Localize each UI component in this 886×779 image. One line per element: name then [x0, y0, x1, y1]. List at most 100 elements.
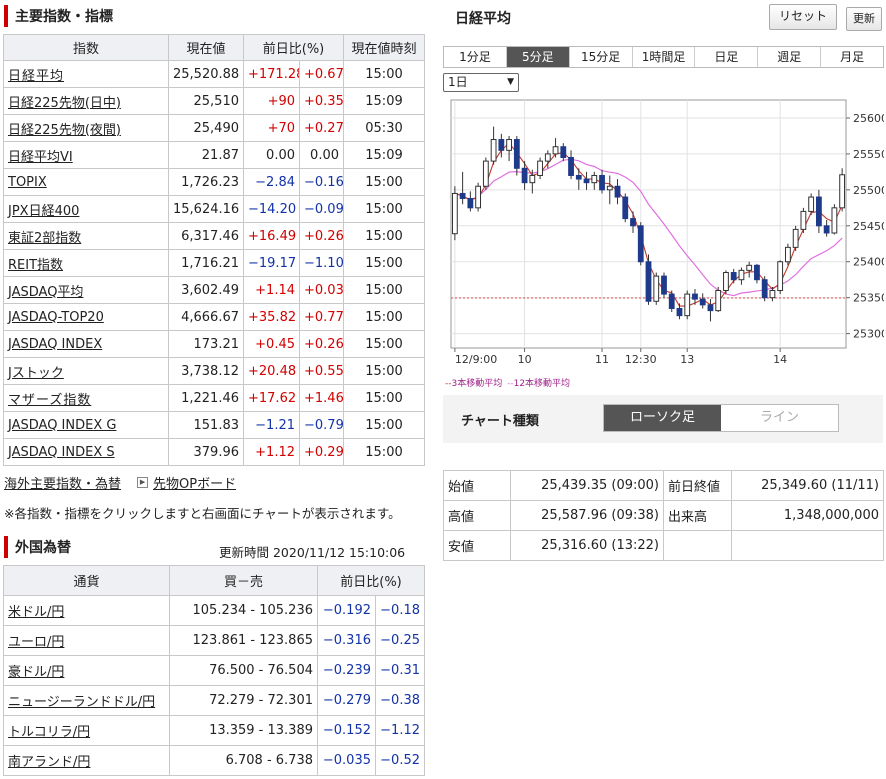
y-tick-label: 25600 — [853, 112, 884, 125]
index-name-link[interactable]: REIT指数 — [8, 258, 63, 273]
range-select-value: 1日 — [448, 75, 468, 89]
stats-value: 25,439.35 (09:00) — [510, 470, 664, 501]
fx-pair-link[interactable]: 南アランド/円 — [8, 755, 90, 770]
index-name-link[interactable]: 日経平均VI — [8, 150, 73, 165]
index-time: 15:00 — [343, 411, 425, 439]
index-name-link[interactable]: JASDAQ INDEX S — [8, 445, 115, 460]
index-row[interactable]: 日経平均 25,520.88 +171.28 +0.67 15:00 — [3, 60, 425, 88]
fx-pair-link[interactable]: 豪ドル/円 — [8, 665, 64, 680]
index-row[interactable]: JASDAQ INDEX G 151.83 −1.21 −0.79 15:00 — [3, 411, 425, 439]
reset-button[interactable]: リセット — [769, 4, 837, 30]
tab-interval[interactable]: 月足 — [821, 47, 884, 67]
index-name-cell: Jストック — [3, 357, 169, 385]
index-time: 15:00 — [343, 168, 425, 196]
refresh-button[interactable]: 更新 — [846, 7, 882, 31]
fx-bid-ask: 6.708 - 6.738 — [169, 745, 318, 776]
fx-pair-link[interactable]: 米ドル/円 — [8, 605, 64, 620]
index-row[interactable]: JASDAQ INDEX 173.21 +0.45 +0.26 15:00 — [3, 330, 425, 358]
index-price: 6,317.46 — [168, 222, 244, 250]
fx-row[interactable]: 豪ドル/円 76.500 - 76.504 −0.239 −0.31 — [3, 655, 425, 686]
index-price: 15,624.16 — [168, 195, 244, 223]
candle-body — [637, 225, 644, 263]
stats-label: 高値 — [443, 500, 511, 531]
index-name-link[interactable]: 日経225先物(夜間) — [8, 123, 121, 138]
candlestick-chart[interactable]: 25300 25350 25400 25450 25500 25550 25600 12/9:… — [443, 96, 884, 374]
candle-body — [661, 275, 667, 295]
fx-col-header-change: 前日比(%) — [317, 565, 425, 596]
futures-board-link[interactable]: 先物OPボード — [153, 473, 236, 492]
fx-row[interactable]: 南アランド/円 6.708 - 6.738 −0.035 −0.52 — [3, 745, 425, 776]
candle-toggle-button[interactable]: ローソク足 — [604, 405, 721, 431]
candle-body — [599, 174, 605, 191]
tab-interval[interactable]: 1時間足 — [632, 47, 696, 67]
fx-pair-cell: ユーロ/円 — [3, 625, 170, 656]
index-name-link[interactable]: JASDAQ INDEX — [8, 337, 102, 352]
tab-interval[interactable]: 15分足 — [569, 47, 633, 67]
candle-body — [606, 185, 613, 191]
fx-pair-link[interactable]: ニュージーランドドル/円 — [8, 695, 155, 710]
candle-body — [676, 307, 683, 317]
tab-interval[interactable]: 日足 — [695, 47, 759, 67]
index-row[interactable]: マザーズ指数 1,221.46 +17.62 +1.46 15:00 — [3, 384, 425, 412]
main-indices-header: 主要指数・指標 — [4, 4, 113, 28]
y-tick-label: 25300 — [853, 328, 884, 341]
candle-body — [839, 174, 846, 209]
x-tick-label: 14 — [773, 353, 787, 366]
stats-value: 25,349.60 (11/11) — [731, 470, 884, 501]
fx-pair-link[interactable]: ユーロ/円 — [8, 635, 64, 650]
index-row[interactable]: REIT指数 1,716.21 −19.17 −1.10 15:00 — [3, 249, 425, 277]
index-time: 15:09 — [343, 141, 425, 169]
candle-body — [591, 174, 598, 184]
index-name-link[interactable]: JASDAQ INDEX G — [8, 418, 116, 433]
fx-row[interactable]: トルコリラ/円 13.359 - 13.389 −0.152 −1.12 — [3, 715, 425, 746]
fx-bid-ask: 105.234 - 105.236 — [169, 595, 318, 626]
index-name-link[interactable]: 日経225先物(日中) — [8, 96, 121, 111]
index-row[interactable]: JASDAQ平均 3,602.49 +1.14 +0.03 15:00 — [3, 276, 425, 304]
index-name-cell: 日経平均 — [3, 60, 169, 88]
fx-change-pct: −0.25 — [375, 625, 425, 656]
stats-row: 高値 25,587.96 (09:38) 出来高 1,348,000,000 — [443, 500, 884, 531]
index-name-link[interactable]: JASDAQ平均 — [8, 285, 83, 300]
candle-body — [560, 146, 567, 159]
index-change: +171.28 — [243, 60, 300, 88]
index-name-link[interactable]: 日経平均 — [8, 69, 64, 84]
index-name-cell: JASDAQ-TOP20 — [3, 303, 169, 331]
fx-row[interactable]: ニュージーランドドル/円 72.279 - 72.301 −0.279 −0.38 — [3, 685, 425, 716]
index-row[interactable]: JPX日経400 15,624.16 −14.20 −0.09 15:00 — [3, 195, 425, 223]
index-price: 379.96 — [168, 438, 244, 466]
index-row[interactable]: JASDAQ-TOP20 4,666.67 +35.82 +0.77 15:00 — [3, 303, 425, 331]
tab-interval[interactable]: 1分足 — [444, 47, 507, 67]
index-name-link[interactable]: JASDAQ-TOP20 — [8, 310, 104, 325]
plot-area — [450, 99, 847, 349]
index-row[interactable]: Jストック 3,738.12 +20.48 +0.55 15:00 — [3, 357, 425, 385]
stats-value: 25,316.60 (13:22) — [510, 530, 664, 561]
candle-body — [653, 275, 660, 302]
fx-change: −0.192 — [317, 595, 376, 626]
index-row[interactable]: JASDAQ INDEX S 379.96 +1.12 +0.29 15:00 — [3, 438, 425, 466]
index-name-link[interactable]: 東証2部指数 — [8, 231, 81, 246]
range-select[interactable]: 1日 ▼ — [443, 73, 519, 92]
line-toggle-button[interactable]: ライン — [721, 405, 838, 431]
index-name-link[interactable]: マザーズ指数 — [8, 393, 91, 408]
fx-row[interactable]: 米ドル/円 105.234 - 105.236 −0.192 −0.18 — [3, 595, 425, 626]
index-row[interactable]: 東証2部指数 6,317.46 +16.49 +0.26 15:00 — [3, 222, 425, 250]
index-name-link[interactable]: JPX日経400 — [8, 204, 79, 219]
index-row[interactable]: 日経225先物(日中) 25,510 +90 +0.35 15:09 — [3, 87, 425, 115]
index-name-link[interactable]: Jストック — [8, 366, 64, 381]
tab-interval[interactable]: 週足 — [758, 47, 822, 67]
index-row[interactable]: TOPIX 1,726.23 −2.84 −0.16 15:00 — [3, 168, 425, 196]
fx-pair-link[interactable]: トルコリラ/円 — [8, 725, 90, 740]
fx-change-pct: −0.52 — [375, 745, 425, 776]
overseas-indices-link[interactable]: 海外主要指数・為替 — [4, 473, 121, 492]
main-indices-title: 主要指数・指標 — [15, 9, 113, 25]
index-change-pct: +0.55 — [299, 357, 344, 385]
tab-interval[interactable]: 5分足 — [506, 47, 570, 67]
index-name-link[interactable]: TOPIX — [8, 175, 47, 190]
candle-body — [684, 293, 691, 317]
index-row[interactable]: 日経225先物(夜間) 25,490 +70 +0.27 05:30 — [3, 114, 425, 142]
index-row[interactable]: 日経平均VI 21.87 0.00 0.00 15:09 — [3, 141, 425, 169]
index-change-pct: 0.00 — [299, 141, 344, 169]
index-change: −19.17 — [243, 249, 300, 277]
fx-row[interactable]: ユーロ/円 123.861 - 123.865 −0.316 −0.25 — [3, 625, 425, 656]
fx-change: −0.152 — [317, 715, 376, 746]
